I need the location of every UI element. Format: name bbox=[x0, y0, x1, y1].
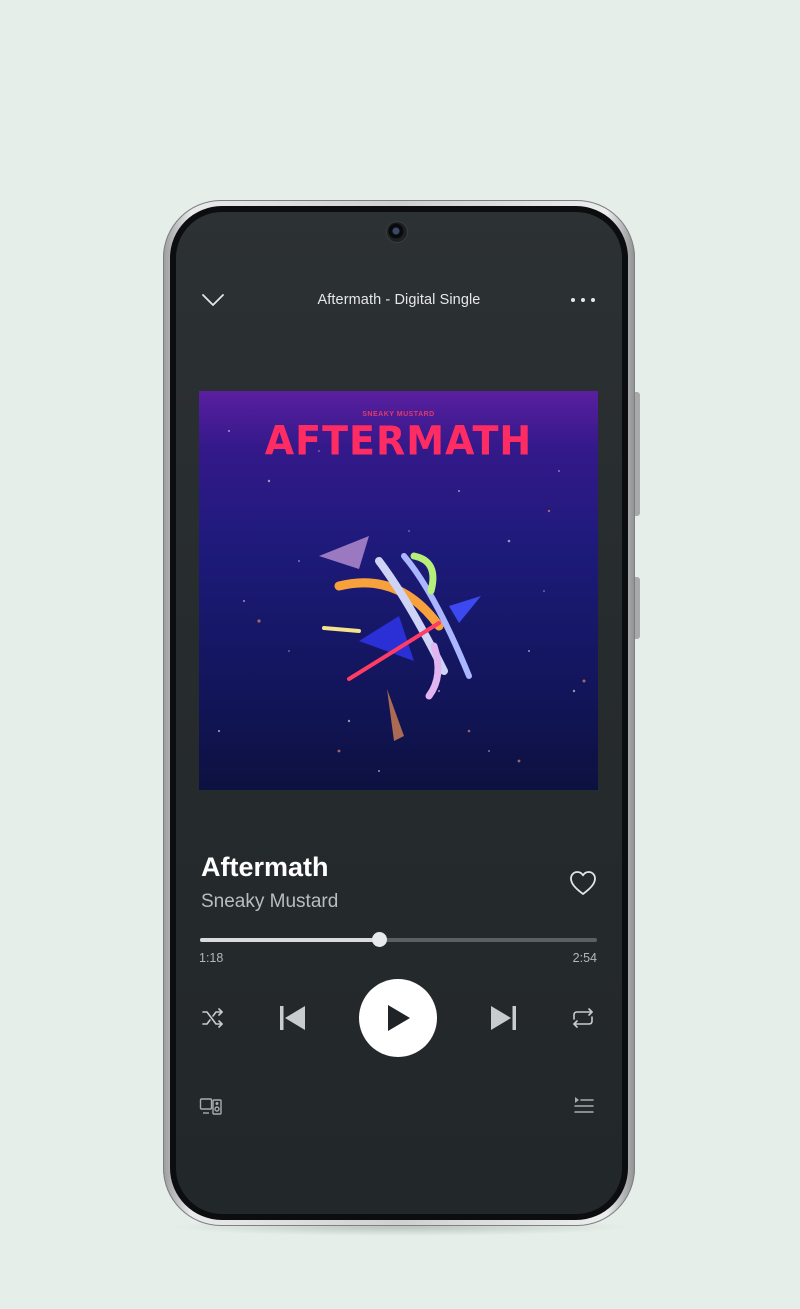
shuffle-button[interactable] bbox=[198, 1004, 228, 1032]
album-title: Aftermath - Digital Single bbox=[317, 292, 481, 308]
track-artist[interactable]: Sneaky Mustard bbox=[201, 891, 338, 913]
like-button[interactable] bbox=[566, 867, 600, 899]
devices-button[interactable] bbox=[197, 1094, 225, 1120]
repeat-button[interactable] bbox=[567, 1004, 599, 1032]
queue-icon bbox=[574, 1097, 594, 1113]
total-duration: 2:54 bbox=[572, 951, 597, 965]
progress-knob[interactable] bbox=[371, 932, 387, 947]
progress-bar[interactable] bbox=[200, 932, 597, 947]
front-camera bbox=[387, 222, 407, 242]
connect-devices-icon bbox=[199, 1098, 222, 1115]
play-button[interactable] bbox=[359, 979, 437, 1057]
album-artwork: SNEAKY MUSTARD AFTERMATH bbox=[199, 391, 598, 790]
progress-fill bbox=[200, 938, 379, 942]
now-playing-screen: Aftermath - Digital Single SNEAKY MUSTAR… bbox=[176, 212, 622, 1214]
more-options-button[interactable] bbox=[568, 290, 598, 310]
next-button[interactable] bbox=[486, 1000, 522, 1036]
album-art-title-label: AFTERMATH bbox=[264, 417, 533, 465]
repeat-icon bbox=[573, 1008, 593, 1028]
chevron-down-icon bbox=[202, 294, 224, 306]
elapsed-time: 1:18 bbox=[199, 951, 224, 965]
more-horizontal-icon bbox=[571, 298, 595, 302]
skip-next-icon bbox=[491, 1006, 516, 1030]
collapse-button[interactable] bbox=[198, 286, 228, 314]
power-button bbox=[635, 577, 640, 639]
heart-icon bbox=[570, 871, 596, 895]
volume-button bbox=[635, 392, 640, 516]
previous-button[interactable] bbox=[274, 1000, 310, 1036]
queue-button[interactable] bbox=[570, 1093, 598, 1119]
skip-previous-icon bbox=[280, 1006, 305, 1030]
shuffle-icon bbox=[202, 1008, 223, 1028]
play-icon bbox=[388, 1005, 410, 1031]
track-title: Aftermath bbox=[201, 852, 329, 882]
